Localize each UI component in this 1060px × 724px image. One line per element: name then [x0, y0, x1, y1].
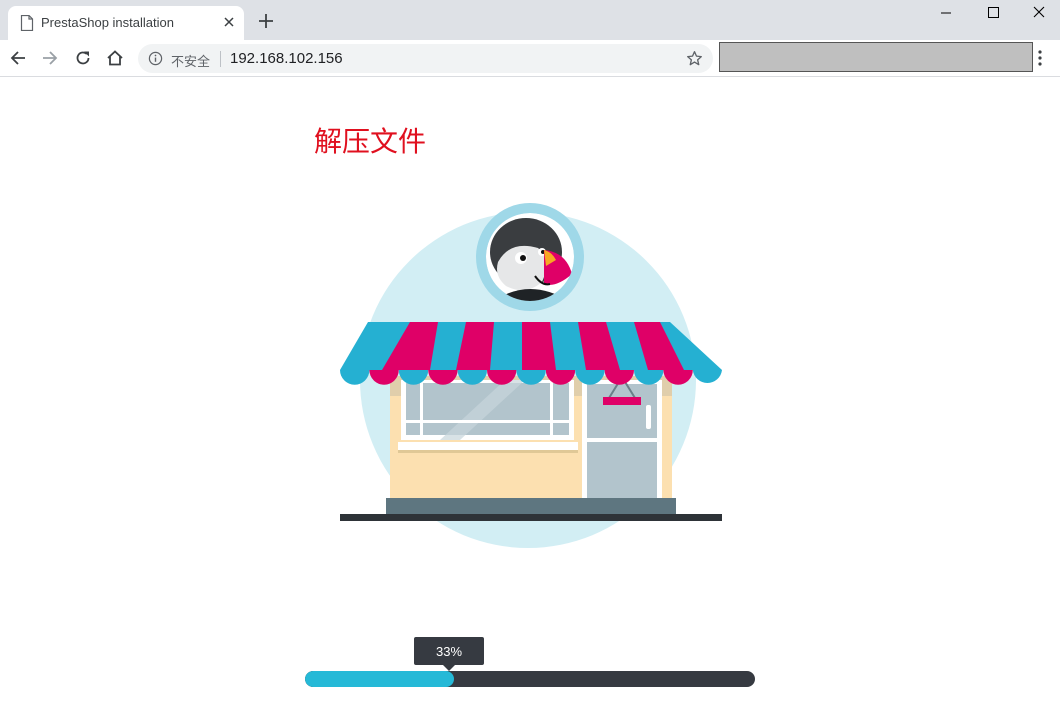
step-title: 解压文件: [314, 125, 427, 158]
security-label: 不安全: [171, 55, 211, 70]
close-icon[interactable]: [1028, 4, 1050, 22]
browser-tab-strip: PrestaShop installation: [0, 0, 1060, 40]
address-bar[interactable]: 不安全 192.168.102.156: [138, 44, 713, 73]
maximize-icon[interactable]: [982, 4, 1004, 22]
close-icon[interactable]: [222, 15, 236, 29]
browser-tab[interactable]: PrestaShop installation: [8, 6, 244, 40]
home-icon[interactable]: [106, 49, 124, 67]
progress-bar: [305, 671, 755, 687]
more-vertical-icon[interactable]: [1034, 49, 1046, 67]
progress-percent-label: 33%: [414, 637, 484, 665]
url-text[interactable]: 192.168.102.156: [230, 50, 343, 67]
back-arrow-icon[interactable]: [9, 49, 27, 67]
star-icon[interactable]: [686, 50, 703, 67]
progress-bar-fill: [305, 671, 454, 687]
info-icon[interactable]: [148, 51, 163, 66]
address-divider: [220, 51, 221, 67]
reload-icon[interactable]: [74, 49, 92, 67]
redacted-extension-area: [719, 42, 1033, 72]
tab-title: PrestaShop installation: [41, 15, 174, 30]
browser-toolbar: 不安全 192.168.102.156: [0, 40, 1060, 77]
forward-arrow-icon[interactable]: [41, 49, 59, 67]
minimize-icon[interactable]: [935, 4, 957, 22]
plus-icon[interactable]: [258, 13, 274, 29]
shop-illustration: [340, 203, 722, 548]
page-icon: [20, 15, 34, 31]
